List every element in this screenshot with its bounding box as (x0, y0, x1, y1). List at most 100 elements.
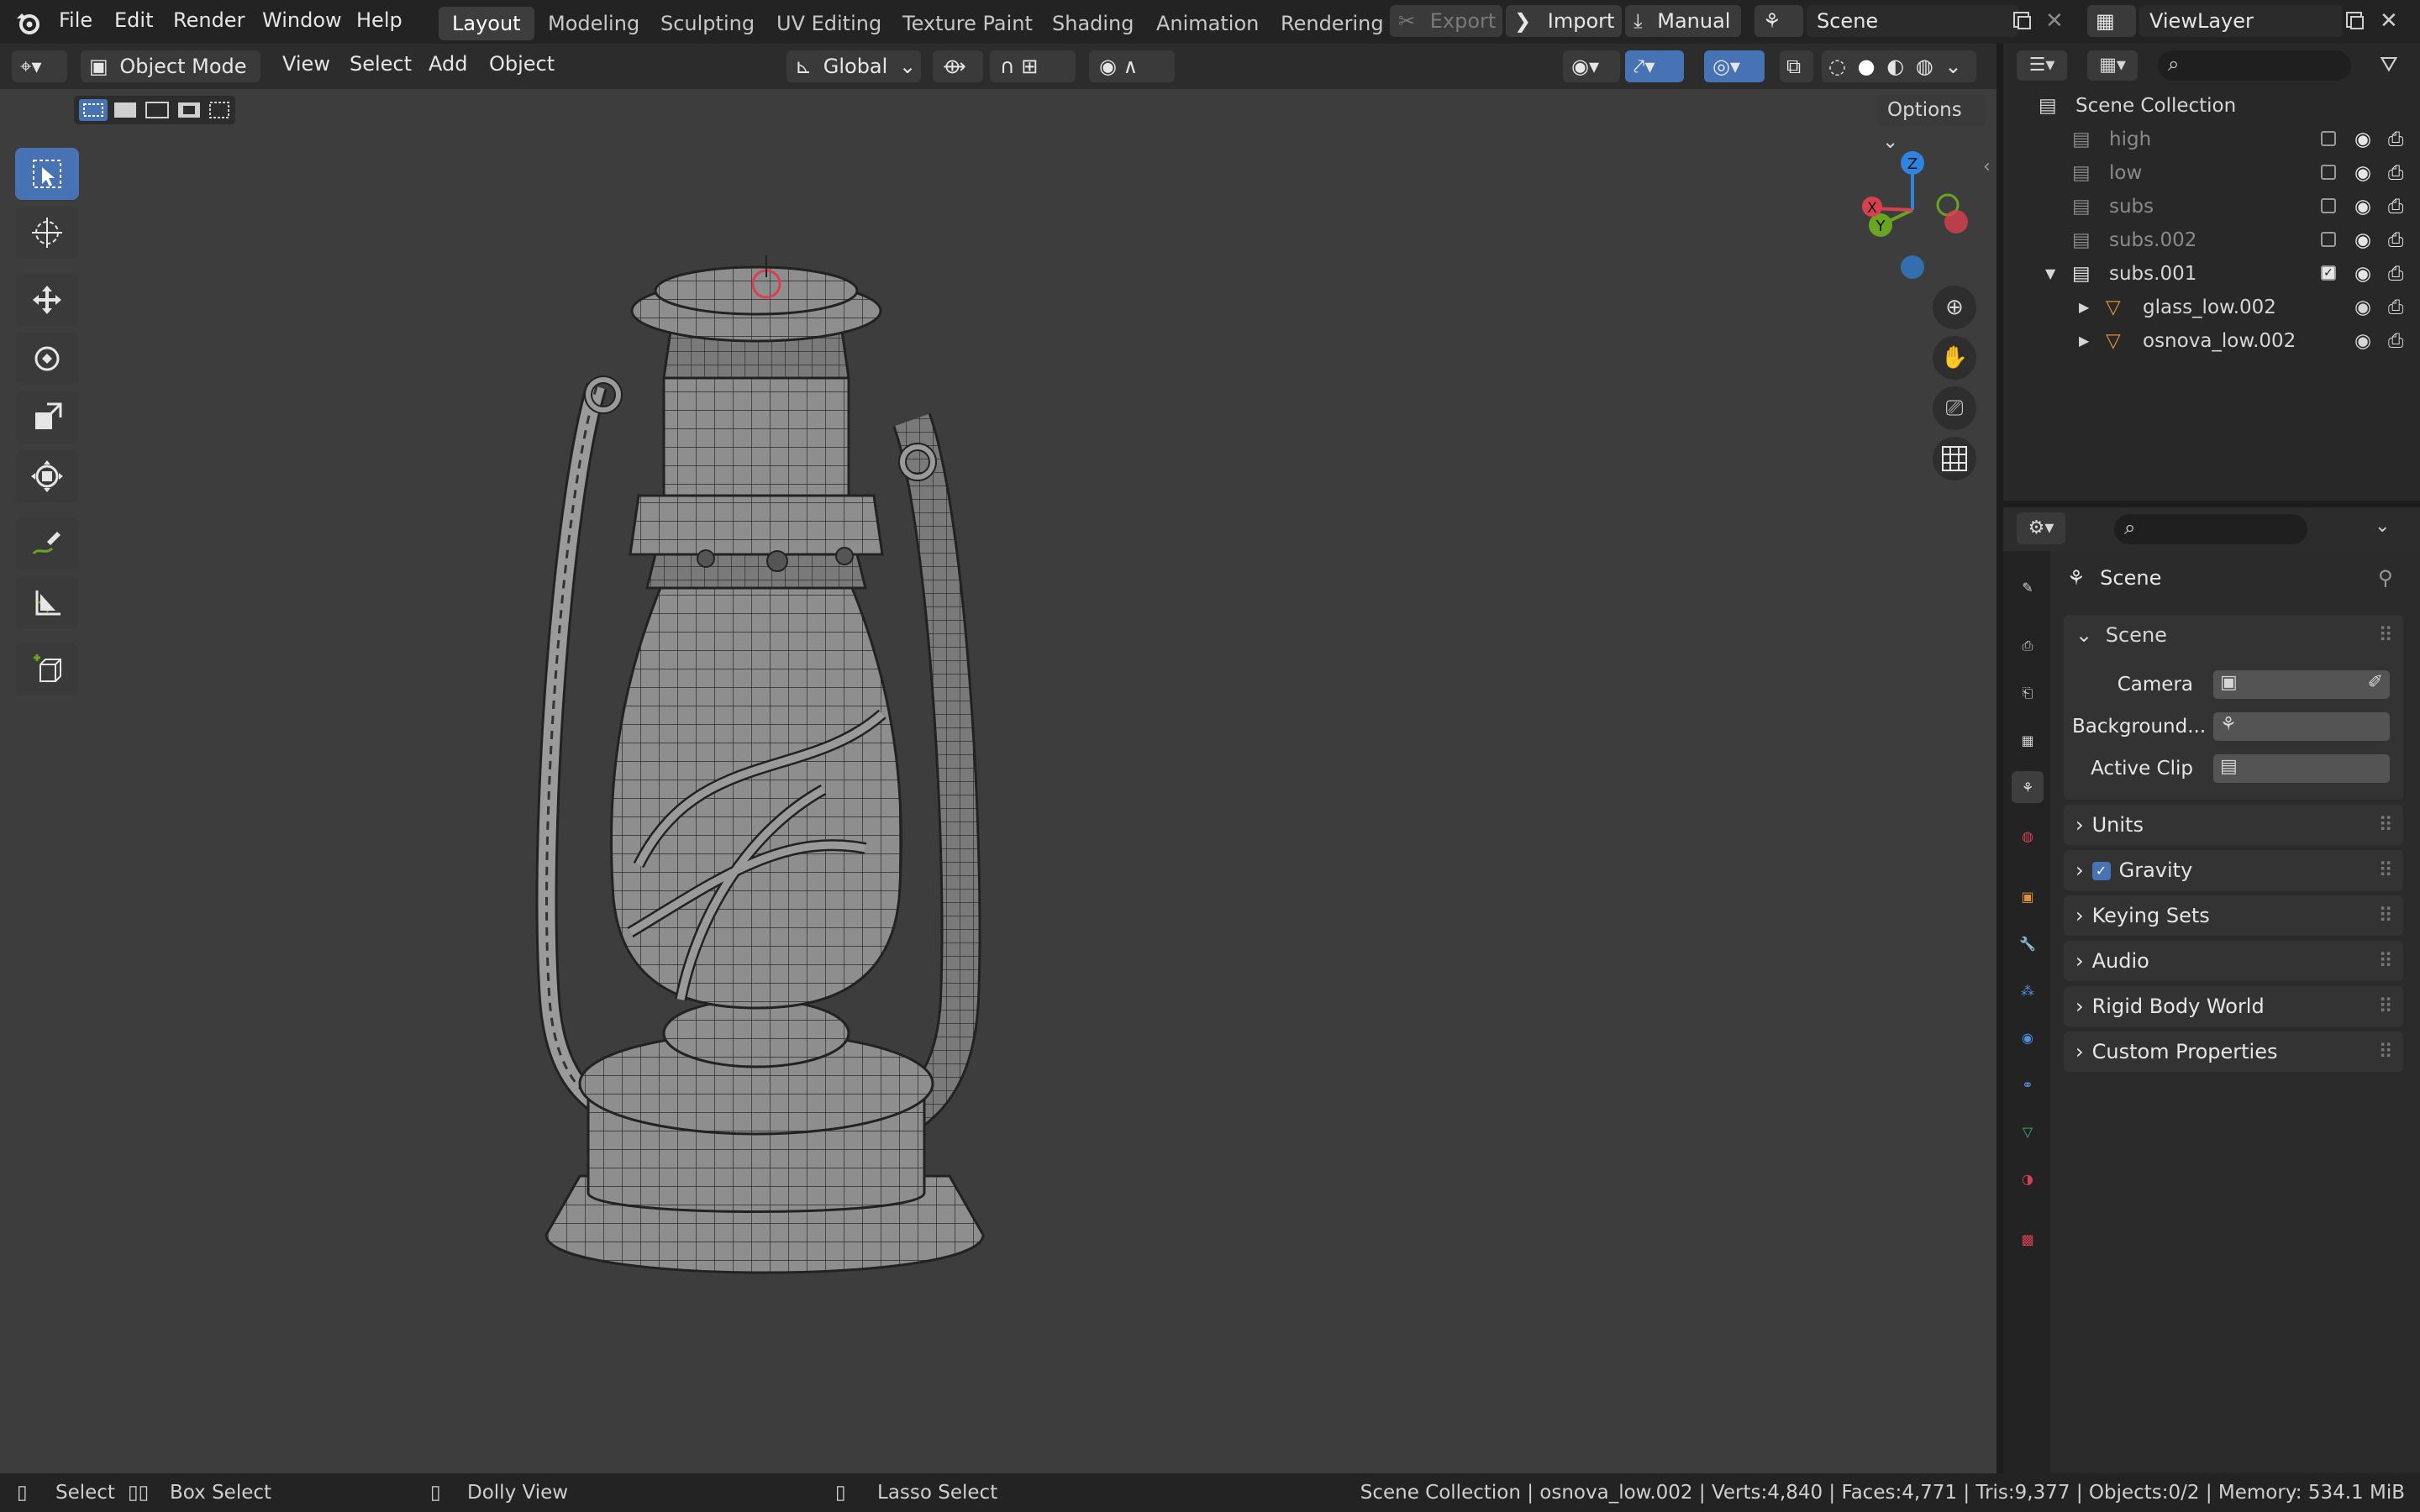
menu-window[interactable]: Window (262, 8, 342, 32)
drag-handle-icon[interactable]: ⠿ (2378, 1032, 2393, 1072)
eye-icon[interactable]: ◉ (2354, 123, 2371, 156)
tab-modeling[interactable]: Modeling (534, 7, 653, 40)
outliner-row-osnova-low[interactable]: ▶ ▽ osnova_low.002 ◉ ⎙ (2003, 324, 2420, 358)
tab-texture-paint[interactable]: Texture Paint (889, 7, 1046, 40)
collapsed-panel[interactable]: › Units ⠿ (2064, 805, 2403, 845)
pan-button[interactable]: ✋ (1933, 336, 1976, 380)
perspective-toggle-button[interactable] (1933, 437, 1976, 480)
gizmo-toggle-button[interactable]: ⤤▾ (1625, 50, 1684, 82)
proportional-editing-button[interactable]: ◉ ∧ (1089, 50, 1175, 82)
add-cube-tool[interactable] (15, 643, 79, 696)
tab-object[interactable]: ▣ (2012, 880, 2044, 912)
tab-tool[interactable]: ✎ (2012, 571, 2044, 603)
display-mode-button[interactable]: ▦▾ (2087, 50, 2138, 81)
outliner-row-collection[interactable]: ▤ high ◉ ⎙ (2003, 123, 2420, 156)
exclude-checkbox[interactable] (2321, 131, 2336, 146)
tab-material[interactable]: ◑ (2012, 1163, 2044, 1194)
camera-field[interactable]: ▣ ✐ (2213, 670, 2390, 699)
tab-particles[interactable]: ⁂ (2012, 974, 2044, 1006)
menu-render[interactable]: Render (173, 8, 245, 32)
outliner-row-collection[interactable]: ▼ ▤ subs.001 ✓ ◉ ⎙ (2003, 257, 2420, 291)
new-scene-icon[interactable] (2012, 10, 2033, 32)
tab-layout[interactable]: Layout (439, 7, 534, 40)
drag-handle-icon[interactable]: ⠿ (2378, 615, 2393, 655)
camera-view-button[interactable]: ⎚ (1933, 386, 1976, 430)
eye-icon[interactable]: ◉ (2354, 223, 2371, 257)
scale-tool[interactable] (15, 391, 79, 444)
filter-icon[interactable]: ⛛ (2380, 52, 2398, 78)
drag-handle-icon[interactable]: ⠿ (2378, 895, 2393, 936)
tab-render[interactable]: ⎙ (2012, 630, 2044, 662)
scene-selector-button[interactable]: ⚘ (1754, 5, 1803, 37)
expand-arrow-icon[interactable]: ▶ (2079, 291, 2089, 324)
object-mode-dropdown[interactable]: ▣ Object Mode ⌄ (81, 50, 260, 110)
overlay-toggle-button[interactable]: ◎▾ (1704, 50, 1765, 82)
gizmo-neg-z[interactable] (1901, 255, 1924, 279)
camera-render-icon[interactable]: ⎙ (2388, 291, 2403, 324)
rendered-shading-icon[interactable]: ◍ (1916, 55, 1933, 78)
solid-shading-icon[interactable]: ● (1858, 55, 1876, 78)
view-layer-selector-button[interactable]: ▦ (2087, 5, 2136, 37)
drag-handle-icon[interactable]: ⠿ (2378, 805, 2393, 845)
expand-arrow-icon[interactable]: ▶ (2079, 324, 2089, 358)
tab-view-layer[interactable]: ▦ (2012, 724, 2044, 756)
lantern-mesh[interactable] (529, 244, 1000, 1302)
eyedropper-icon[interactable]: ✐ (2368, 672, 2383, 693)
scene-name-field[interactable]: Scene (1807, 5, 2018, 37)
outliner-row-collection[interactable]: ▤ subs.002 ◉ ⎙ (2003, 223, 2420, 257)
eye-icon[interactable]: ◉ (2354, 190, 2371, 223)
menu-edit[interactable]: Edit (114, 8, 153, 32)
menu-add[interactable]: Add (429, 52, 467, 76)
remove-scene-icon[interactable]: ✕ (2045, 8, 2064, 34)
tab-physics[interactable]: ◉ (2012, 1021, 2044, 1053)
camera-render-icon[interactable]: ⎙ (2388, 156, 2403, 190)
eye-icon[interactable]: ◉ (2354, 324, 2371, 358)
chevron-down-icon[interactable]: ⌄ (2375, 516, 2390, 537)
outliner-row-scene-collection[interactable]: ▤ Scene Collection (2003, 89, 2420, 123)
exclude-checkbox[interactable] (2321, 232, 2336, 247)
material-shading-icon[interactable]: ◐ (1886, 55, 1904, 78)
tab-data[interactable]: ▽ (2012, 1116, 2044, 1147)
camera-render-icon[interactable]: ⎙ (2388, 190, 2403, 223)
collapsed-panel[interactable]: › ✓ Gravity ⠿ (2064, 850, 2403, 890)
tab-rendering[interactable]: Rendering (1267, 7, 1397, 40)
gizmo-neg-x[interactable] (1944, 210, 1968, 234)
eye-icon[interactable]: ◉ (2354, 156, 2371, 190)
menu-help[interactable]: Help (356, 8, 402, 32)
new-view-layer-icon[interactable] (2344, 10, 2366, 32)
camera-render-icon[interactable]: ⎙ (2388, 223, 2403, 257)
tab-animation[interactable]: Animation (1143, 7, 1272, 40)
camera-render-icon[interactable]: ⎙ (2388, 123, 2403, 156)
measure-tool[interactable] (15, 576, 79, 628)
background-field[interactable]: ⚘ (2213, 712, 2390, 741)
collapsed-panel[interactable]: › Rigid Body World ⠿ (2064, 986, 2403, 1026)
exclude-checkbox[interactable] (2321, 165, 2336, 180)
sidebar-toggle-icon[interactable]: ‹ (1983, 156, 1991, 177)
collapsed-panel[interactable]: › Audio ⠿ (2064, 941, 2403, 981)
tab-uv-editing[interactable]: UV Editing (763, 7, 895, 40)
zoom-button[interactable]: ⊕ (1933, 286, 1976, 329)
menu-object[interactable]: Object (489, 52, 555, 76)
pivot-point-button[interactable]: ⟴ (933, 50, 983, 82)
options-dropdown[interactable]: Options ⌄ (1877, 94, 1985, 153)
shading-mode-buttons[interactable]: ◌ ● ◐ ◍ ⌄ (1822, 50, 1976, 82)
annotate-tool[interactable] (15, 517, 79, 570)
drag-handle-icon[interactable]: ⠿ (2378, 941, 2393, 981)
editor-type-button[interactable]: ⌖▾ (12, 50, 67, 82)
tab-constraints[interactable]: ⚭ (2012, 1068, 2044, 1100)
expand-arrow-icon[interactable]: ▼ (2045, 257, 2055, 291)
import-button[interactable]: ❯ Import (1506, 5, 1622, 37)
transform-tool[interactable] (15, 450, 79, 502)
transform-orientation-dropdown[interactable]: ⊾ Global ⌄ (786, 50, 921, 82)
menu-select[interactable]: Select (350, 52, 412, 76)
select-box-tool[interactable] (15, 148, 79, 200)
properties-editor-type-button[interactable]: ⚙▾ (2017, 512, 2065, 544)
navigation-gizmo[interactable]: Z Y X (1854, 148, 1980, 291)
drag-handle-icon[interactable]: ⠿ (2378, 850, 2393, 890)
visibility-button[interactable]: ◉▾ (1563, 50, 1620, 82)
exclude-checkbox[interactable]: ✓ (2321, 265, 2336, 281)
selection-mode-buttons[interactable] (74, 96, 235, 124)
drag-handle-icon[interactable]: ⠿ (2378, 986, 2393, 1026)
outliner-row-collection[interactable]: ▤ low ◉ ⎙ (2003, 156, 2420, 190)
tab-scene[interactable]: ⚘ (2012, 771, 2044, 803)
